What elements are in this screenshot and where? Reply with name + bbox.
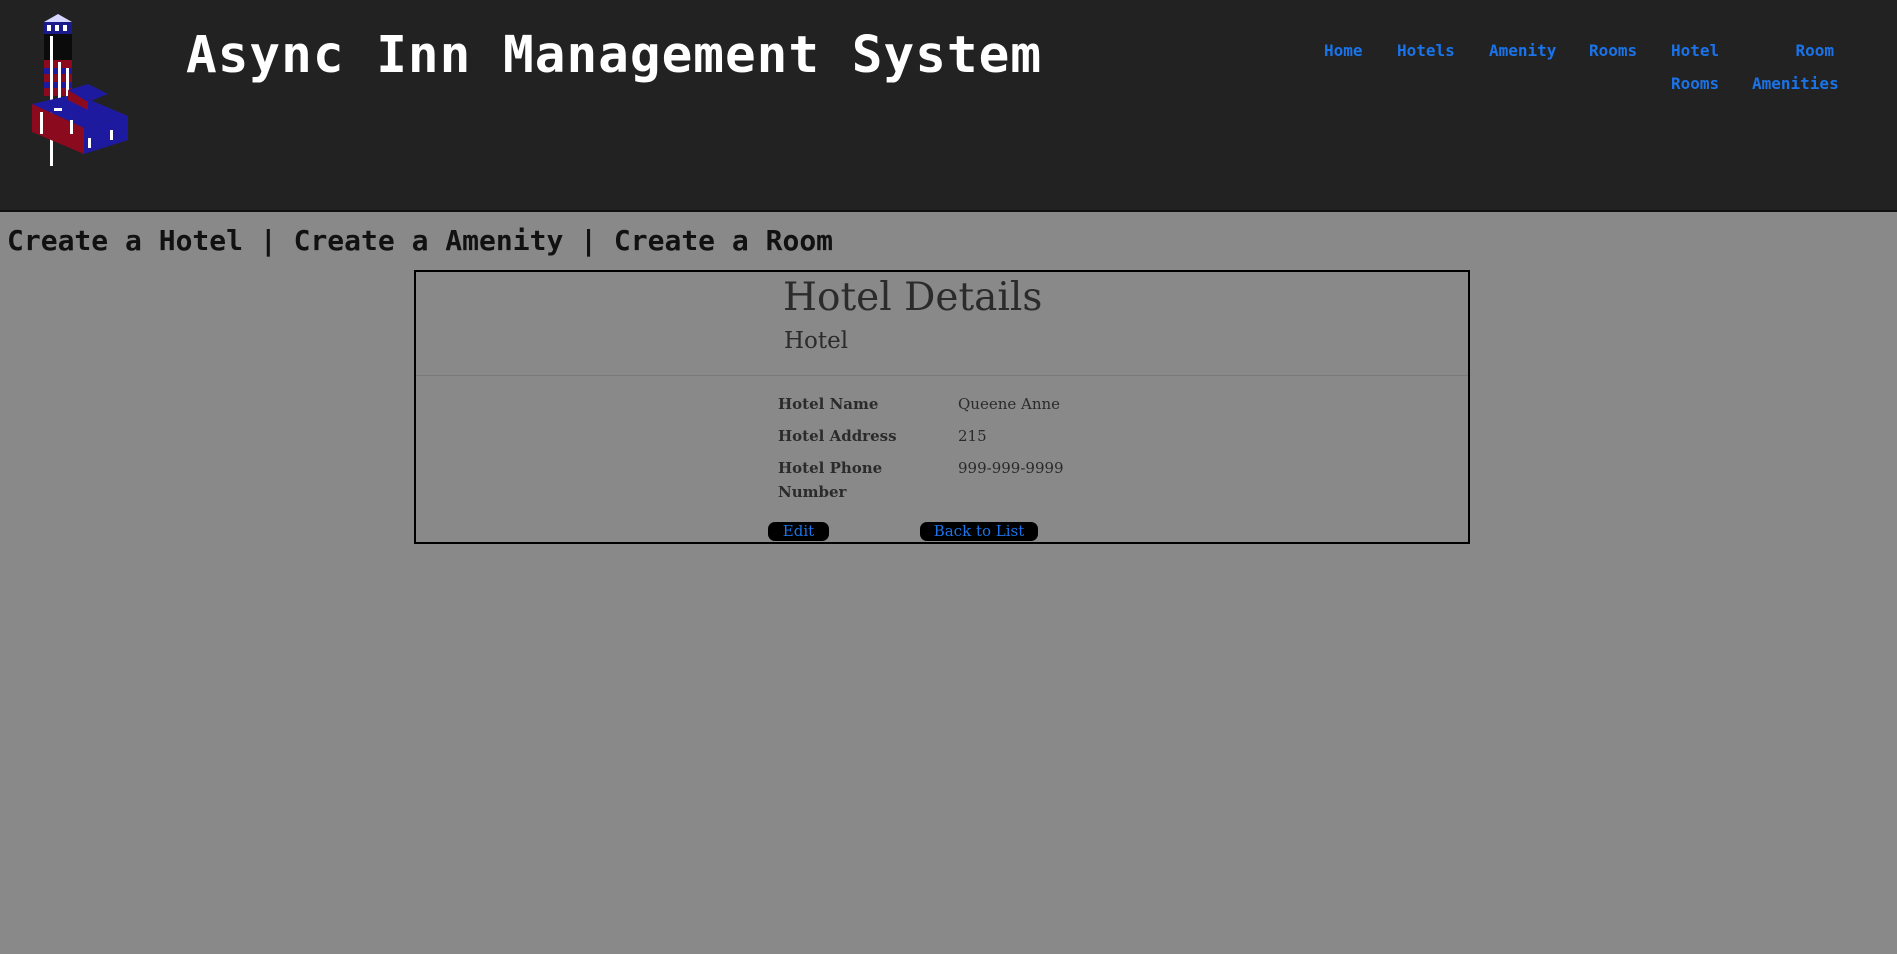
hotel-name-label: Hotel Name [778,395,879,413]
nav-link-rooms[interactable]: Rooms [1589,34,1637,67]
create-amenity-link[interactable]: Create a Amenity [294,224,564,257]
nav-link-room-amenities-line1: Room [1795,41,1834,60]
details-header: Hotel Details Hotel [416,272,1468,376]
nav-link-room-amenities[interactable]: Room Amenities [1752,34,1839,100]
hotel-phone-value: 999-999-9999 [958,459,1064,477]
nav-link-hotel-rooms-line1: Hotel [1671,41,1720,60]
nav-link-amenity[interactable]: Amenity [1489,34,1556,67]
page-title: Hotel Details [783,275,1043,320]
site-title: Async Inn Management System [186,26,1043,85]
nav-link-hotel-rooms-line2: Rooms [1671,74,1720,93]
site-header: Async Inn Management System Home Hotels … [0,0,1897,212]
back-to-list-button[interactable]: Back to List [920,522,1038,541]
nav-link-home[interactable]: Home [1324,34,1363,67]
hotel-phone-label: Hotel Phone Number [778,459,883,501]
hotel-details-card: Hotel Details Hotel Hotel Name Queene An… [414,270,1470,544]
edit-button[interactable]: Edit [768,522,829,541]
create-hotel-link[interactable]: Create a Hotel [7,224,243,257]
hotel-tower-logo-icon [32,14,128,166]
nav-link-hotels[interactable]: Hotels [1397,34,1455,67]
page-subtitle: Hotel [784,328,849,354]
link-separator: | [259,224,277,257]
link-separator: | [580,224,598,257]
nav-link-room-amenities-line2: Amenities [1752,74,1839,93]
hotel-address-label: Hotel Address [778,427,897,445]
hotel-name-value: Queene Anne [958,395,1061,413]
nav-link-hotel-rooms[interactable]: Hotel Rooms [1671,34,1727,100]
create-room-link[interactable]: Create a Room [614,224,833,257]
hotel-address-value: 215 [958,427,987,445]
quick-links: Create a Hotel | Create a Amenity | Crea… [7,224,833,257]
